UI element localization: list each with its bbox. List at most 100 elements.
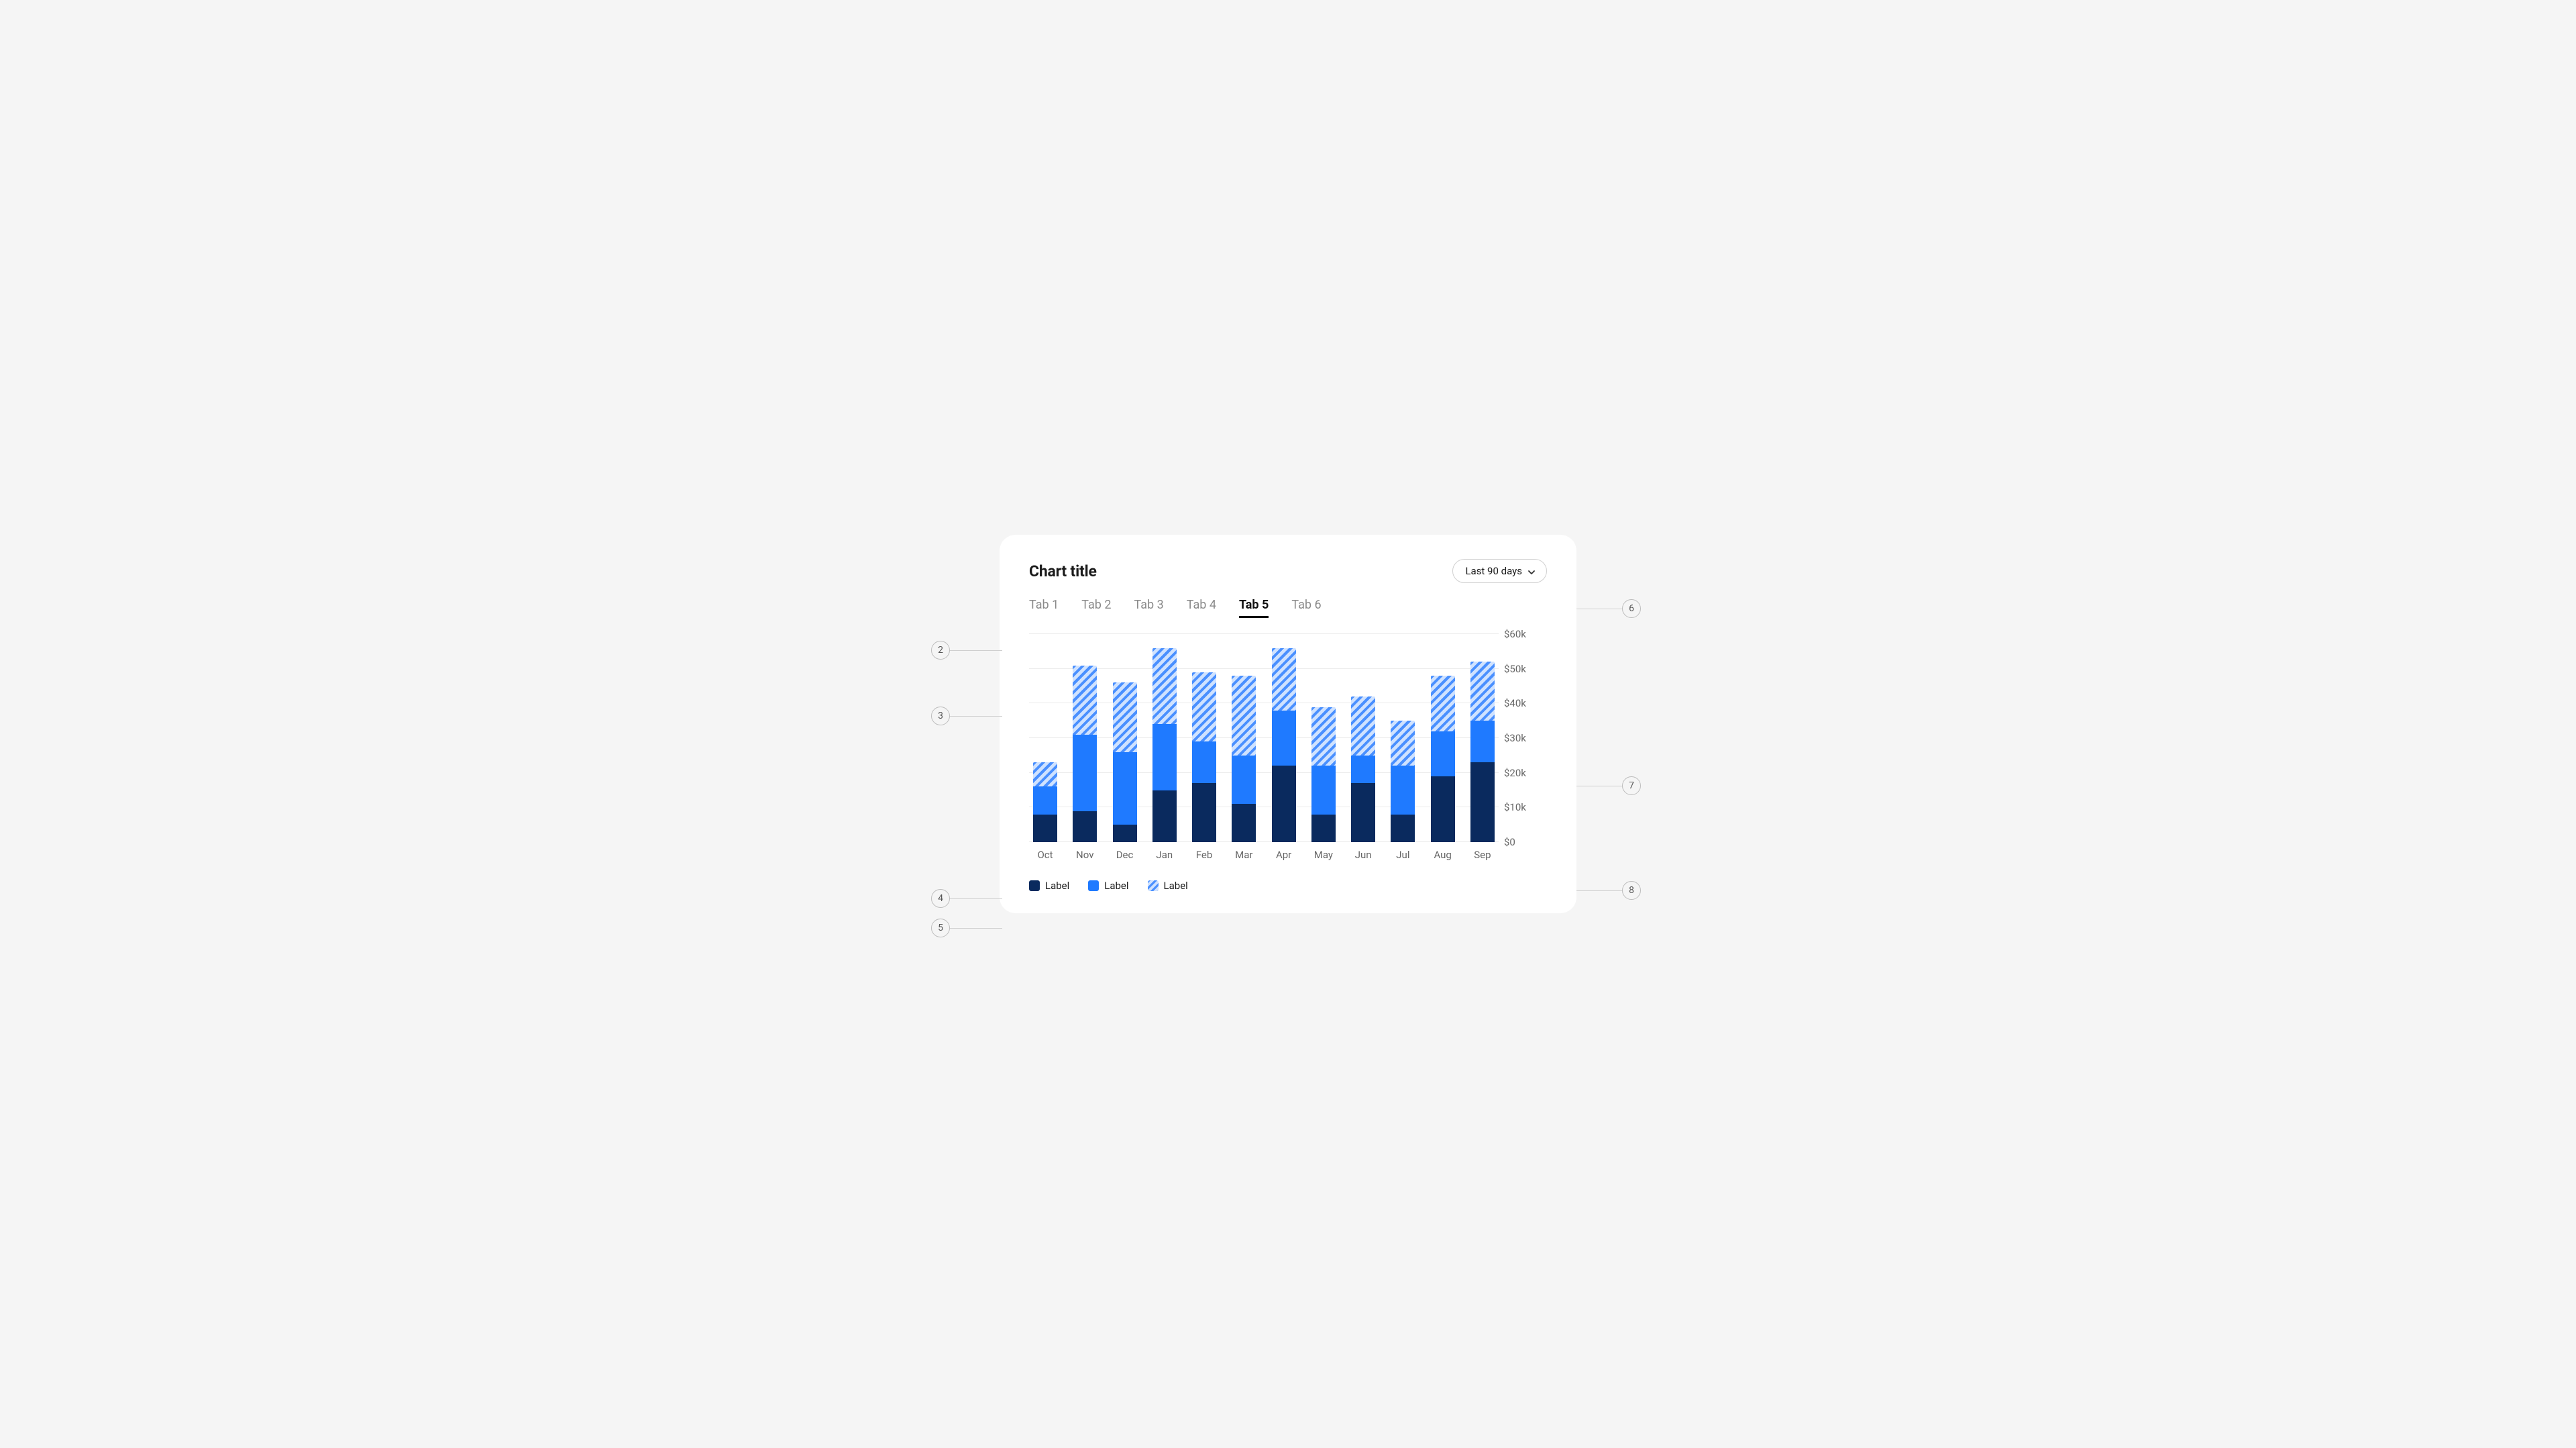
y-axis: $0$10k$20k$30k$40k$50k$60k [1504,634,1547,842]
stacked-bar[interactable] [1192,672,1216,842]
bar-segment-series-0 [1431,776,1455,842]
bar-segment-series-0 [1152,790,1177,843]
bar-slot [1391,721,1415,842]
bar-segment-series-0 [1272,766,1296,842]
date-range-dropdown[interactable]: Last 90 days [1452,559,1547,583]
callout-7: 7 [1576,776,1641,795]
x-tick: Apr [1272,849,1296,861]
bar-slot [1272,648,1296,842]
tab-4[interactable]: Tab 4 [1187,598,1216,618]
y-tick: $30k [1504,732,1526,744]
bar-segment-series-2 [1351,696,1375,756]
x-tick: Oct [1033,849,1057,861]
callout-circle: 6 [1622,599,1641,618]
y-tick: $0 [1504,836,1515,848]
bar-segment-series-0 [1391,815,1415,842]
stacked-bar[interactable] [1272,648,1296,842]
y-tick: $50k [1504,663,1526,675]
callout-2: 2 [931,641,1002,660]
chart-title: Chart title [1029,562,1097,580]
bar-segment-series-1 [1033,786,1057,814]
legend-swatch-icon [1088,880,1099,891]
legend-label: Label [1104,880,1128,892]
legend-item-0[interactable]: Label [1029,880,1069,892]
bar-slot [1073,666,1097,842]
bar-segment-series-1 [1470,721,1495,762]
bar-segment-series-2 [1152,648,1177,725]
callout-number: 5 [938,923,943,933]
plot [1029,634,1499,842]
chart-area: OctNovDecJanFebMarAprMayJunJulAugSep $0$… [1029,634,1547,861]
bars-container [1029,634,1499,842]
bar-segment-series-2 [1391,721,1415,766]
bar-segment-series-1 [1311,766,1336,814]
bar-segment-series-1 [1192,741,1216,783]
y-tick: $40k [1504,697,1526,709]
bar-segment-series-2 [1232,676,1256,756]
legend-item-2[interactable]: Label [1148,880,1188,892]
callout-connector [1576,890,1622,891]
callout-circle: 8 [1622,881,1641,900]
callout-circle: 5 [931,919,950,937]
bar-segment-series-0 [1033,815,1057,842]
stacked-bar[interactable] [1113,682,1137,842]
bar-slot [1113,682,1137,842]
legend-label: Label [1164,880,1188,892]
tab-2[interactable]: Tab 2 [1081,598,1111,618]
stacked-bar[interactable] [1431,676,1455,842]
callout-connector [950,928,1002,929]
tab-5[interactable]: Tab 5 [1239,598,1269,618]
card-header: Chart title Last 90 days [1029,559,1547,583]
tab-1[interactable]: Tab 1 [1029,598,1059,618]
callout-connector [950,650,1002,651]
x-tick: May [1311,849,1336,861]
bar-segment-series-2 [1272,648,1296,711]
dropdown-label: Last 90 days [1465,565,1522,577]
x-tick: Feb [1192,849,1216,861]
bar-slot [1431,676,1455,842]
callout-number: 4 [938,893,943,904]
bar-segment-series-2 [1192,672,1216,741]
bar-segment-series-0 [1311,815,1336,842]
bar-segment-series-1 [1272,711,1296,766]
plot-column: OctNovDecJanFebMarAprMayJunJulAugSep [1029,634,1499,861]
bar-segment-series-1 [1113,752,1137,825]
y-tick: $20k [1504,767,1526,779]
callout-circle: 4 [931,889,950,908]
bar-segment-series-2 [1033,762,1057,786]
legend-swatch-icon [1148,880,1159,891]
y-tick: $60k [1504,628,1526,640]
callout-circle: 7 [1622,776,1641,795]
stacked-bar[interactable] [1311,707,1336,842]
bar-segment-series-1 [1431,731,1455,776]
bar-segment-series-0 [1470,762,1495,842]
stacked-bar[interactable] [1470,662,1495,842]
stacked-bar[interactable] [1033,762,1057,842]
x-tick: Mar [1232,849,1256,861]
stacked-bar[interactable] [1391,721,1415,842]
tabs: Tab 1 Tab 2 Tab 3 Tab 4 Tab 5 Tab 6 [1029,598,1547,618]
tab-6[interactable]: Tab 6 [1291,598,1321,618]
callout-4: 4 [931,889,1002,908]
stacked-bar[interactable] [1152,648,1177,842]
bar-segment-series-0 [1351,783,1375,842]
callout-8: 8 [1576,881,1641,900]
x-tick: Aug [1431,849,1455,861]
stacked-bar[interactable] [1073,666,1097,842]
callout-number: 7 [1629,780,1634,791]
callout-circle: 3 [931,707,950,725]
callout-3: 3 [931,707,1002,725]
legend-item-1[interactable]: Label [1088,880,1128,892]
tab-3[interactable]: Tab 3 [1134,598,1163,618]
stacked-bar[interactable] [1232,676,1256,842]
x-tick: Nov [1073,849,1097,861]
bar-slot [1033,762,1057,842]
bar-segment-series-2 [1470,662,1495,721]
bar-segment-series-1 [1232,756,1256,804]
callout-number: 8 [1629,885,1634,896]
bar-slot [1192,672,1216,842]
bar-segment-series-2 [1311,707,1336,766]
callout-5: 5 [931,919,1002,937]
x-tick: Jul [1391,849,1415,861]
stacked-bar[interactable] [1351,696,1375,842]
